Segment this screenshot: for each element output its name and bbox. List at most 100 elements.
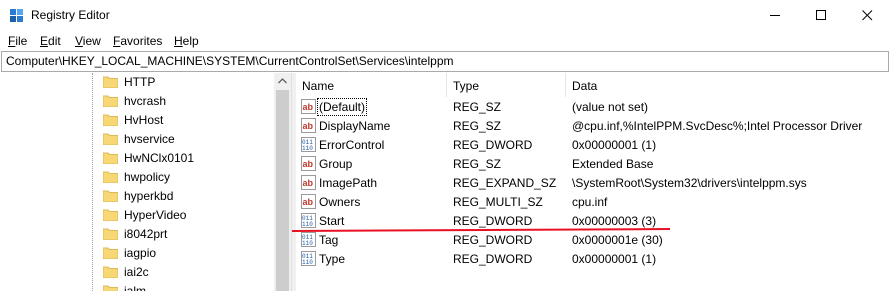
- value-data: 0x00000001 (1): [572, 252, 657, 266]
- address-bar[interactable]: Computer\HKEY_LOCAL_MACHINE\SYSTEM\Curre…: [1, 51, 889, 72]
- tree-item-hvcrash[interactable]: hvcrash: [0, 92, 270, 111]
- value-type: REG_SZ: [453, 100, 502, 114]
- svg-text:110: 110: [302, 221, 313, 228]
- menu-view[interactable]: View: [75, 34, 101, 48]
- menu-bar: File Edit View Favorites Help: [0, 31, 890, 51]
- tree-item-label: iai2c: [124, 265, 149, 279]
- folder-icon: [103, 76, 118, 88]
- value-type: REG_DWORD: [453, 138, 533, 152]
- folder-icon: [103, 247, 118, 259]
- value-name: Owners: [319, 195, 361, 209]
- tree-item-hvservice[interactable]: hvservice: [0, 130, 270, 149]
- column-header-type[interactable]: Type: [447, 73, 565, 97]
- binary-value-icon: 011110: [301, 251, 316, 266]
- column-header-name[interactable]: Name: [296, 73, 446, 97]
- value-row-owners[interactable]: ab Owners REG_MULTI_SZ cpu.inf: [296, 192, 890, 211]
- tree-scrollbar[interactable]: [274, 73, 291, 291]
- maximize-icon: [816, 10, 826, 20]
- folder-icon: [103, 171, 118, 183]
- string-value-icon: ab: [301, 99, 316, 114]
- values-list: Name Type Data ab (Default) REG_SZ (valu…: [296, 73, 890, 291]
- value-type: REG_SZ: [453, 119, 502, 133]
- svg-text:ab: ab: [303, 178, 314, 188]
- value-row-default[interactable]: ab (Default) REG_SZ (value not set): [296, 97, 890, 116]
- tree-item-label: ialm: [124, 284, 147, 291]
- folder-icon: [103, 95, 118, 107]
- close-icon: [862, 10, 873, 21]
- folder-icon: [103, 133, 118, 145]
- value-type: REG_MULTI_SZ: [453, 195, 543, 209]
- tree-item-label: HvHost: [124, 113, 164, 127]
- column-header-label: Name: [302, 79, 335, 93]
- value-type: REG_EXPAND_SZ: [453, 176, 557, 190]
- folder-icon: [103, 152, 118, 164]
- tree-item-hyperkbd[interactable]: hyperkbd: [0, 187, 270, 206]
- tree-item-iagpio[interactable]: iagpio: [0, 244, 270, 263]
- value-row-group[interactable]: ab Group REG_SZ Extended Base: [296, 154, 890, 173]
- tree-item-label: hvcrash: [124, 94, 167, 108]
- registry-editor-icon: [10, 9, 23, 22]
- close-button[interactable]: [844, 0, 890, 31]
- value-row-displayname[interactable]: ab DisplayName REG_SZ @cpu.inf,%IntelPPM…: [296, 116, 890, 135]
- value-row-tag[interactable]: 011 110 Tag REG_DWORD 0x0000001e (30): [296, 230, 890, 249]
- value-row-type[interactable]: 011 110 Type REG_DWORD 0x00000001 (1): [296, 249, 890, 268]
- value-data: @cpu.inf,%IntelPPM.SvcDesc%;Intel Proces…: [572, 119, 863, 133]
- value-type: REG_SZ: [453, 157, 502, 171]
- menu-favorites[interactable]: Favorites: [113, 34, 162, 48]
- menu-help[interactable]: Help: [174, 34, 199, 48]
- folder-icon: [103, 190, 118, 202]
- value-data: 0x00000001 (1): [572, 138, 657, 152]
- svg-text:110: 110: [302, 145, 313, 152]
- string-value-icon: ab: [301, 194, 316, 209]
- chevron-up-icon: [278, 78, 287, 84]
- binary-value-icon: 011110: [301, 232, 316, 247]
- value-row-imagepath[interactable]: ab ImagePath REG_EXPAND_SZ \SystemRoot\S…: [296, 173, 890, 192]
- maximize-button[interactable]: [798, 0, 844, 31]
- tree-item-hypervideo[interactable]: HyperVideo: [0, 206, 270, 225]
- tree-item-hwpolicy[interactable]: hwpolicy: [0, 168, 270, 187]
- menu-edit[interactable]: Edit: [40, 34, 61, 48]
- tree-item-label: hwpolicy: [124, 170, 171, 184]
- column-header-label: Type: [453, 79, 480, 93]
- value-row-errorcontrol[interactable]: 011 110 ErrorControl REG_DWORD 0x00000001…: [296, 135, 890, 154]
- value-data: (value not set): [572, 100, 649, 114]
- tree-item-label: HTTP: [124, 75, 156, 89]
- column-header-data[interactable]: Data: [566, 73, 886, 97]
- string-value-icon: ab: [301, 156, 316, 171]
- tree-item-http[interactable]: HTTP: [0, 73, 270, 92]
- value-name: Group: [319, 157, 353, 171]
- tree-item-label: i8042prt: [124, 227, 168, 241]
- minimize-icon: [770, 15, 780, 16]
- tree-item-label: hvservice: [124, 132, 175, 146]
- tree-item-ialm[interactable]: ialm: [0, 282, 270, 291]
- svg-text:110: 110: [302, 240, 313, 247]
- tree-item-iai2c[interactable]: iai2c: [0, 263, 270, 282]
- scroll-up-button[interactable]: [274, 73, 291, 90]
- string-value-icon: ab: [301, 118, 316, 133]
- tree-connector-line: [92, 73, 93, 291]
- svg-text:ab: ab: [303, 121, 314, 131]
- tree-item-label: iagpio: [124, 246, 157, 260]
- tree-item-label: hyperkbd: [124, 189, 174, 203]
- value-row-start[interactable]: 011 110 Start REG_DWORD 0x00000003 (3): [296, 211, 890, 230]
- address-path: Computer\HKEY_LOCAL_MACHINE\SYSTEM\Curre…: [6, 54, 454, 68]
- tree-item-hvhost[interactable]: HvHost: [0, 111, 270, 130]
- string-value-icon: ab: [301, 175, 316, 190]
- folder-icon: [103, 285, 118, 291]
- minimize-button[interactable]: [752, 0, 798, 31]
- value-data: Extended Base: [572, 157, 654, 171]
- value-data: 0x00000003 (3): [572, 214, 657, 228]
- tree-item-i8042prt[interactable]: i8042prt: [0, 225, 270, 244]
- svg-text:ab: ab: [303, 159, 314, 169]
- window-title: Registry Editor: [31, 8, 110, 22]
- value-name: Tag: [319, 233, 339, 247]
- scroll-thumb[interactable]: [276, 90, 289, 291]
- tree-item-hwnclx0101[interactable]: HwNClx0101: [0, 149, 270, 168]
- binary-value-icon: 011110: [301, 137, 316, 152]
- column-header-label: Data: [572, 79, 598, 93]
- title-bar: Registry Editor: [0, 0, 890, 31]
- folder-icon: [103, 209, 118, 221]
- folder-icon: [103, 114, 118, 126]
- menu-file[interactable]: File: [8, 34, 27, 48]
- value-name: ImagePath: [319, 176, 378, 190]
